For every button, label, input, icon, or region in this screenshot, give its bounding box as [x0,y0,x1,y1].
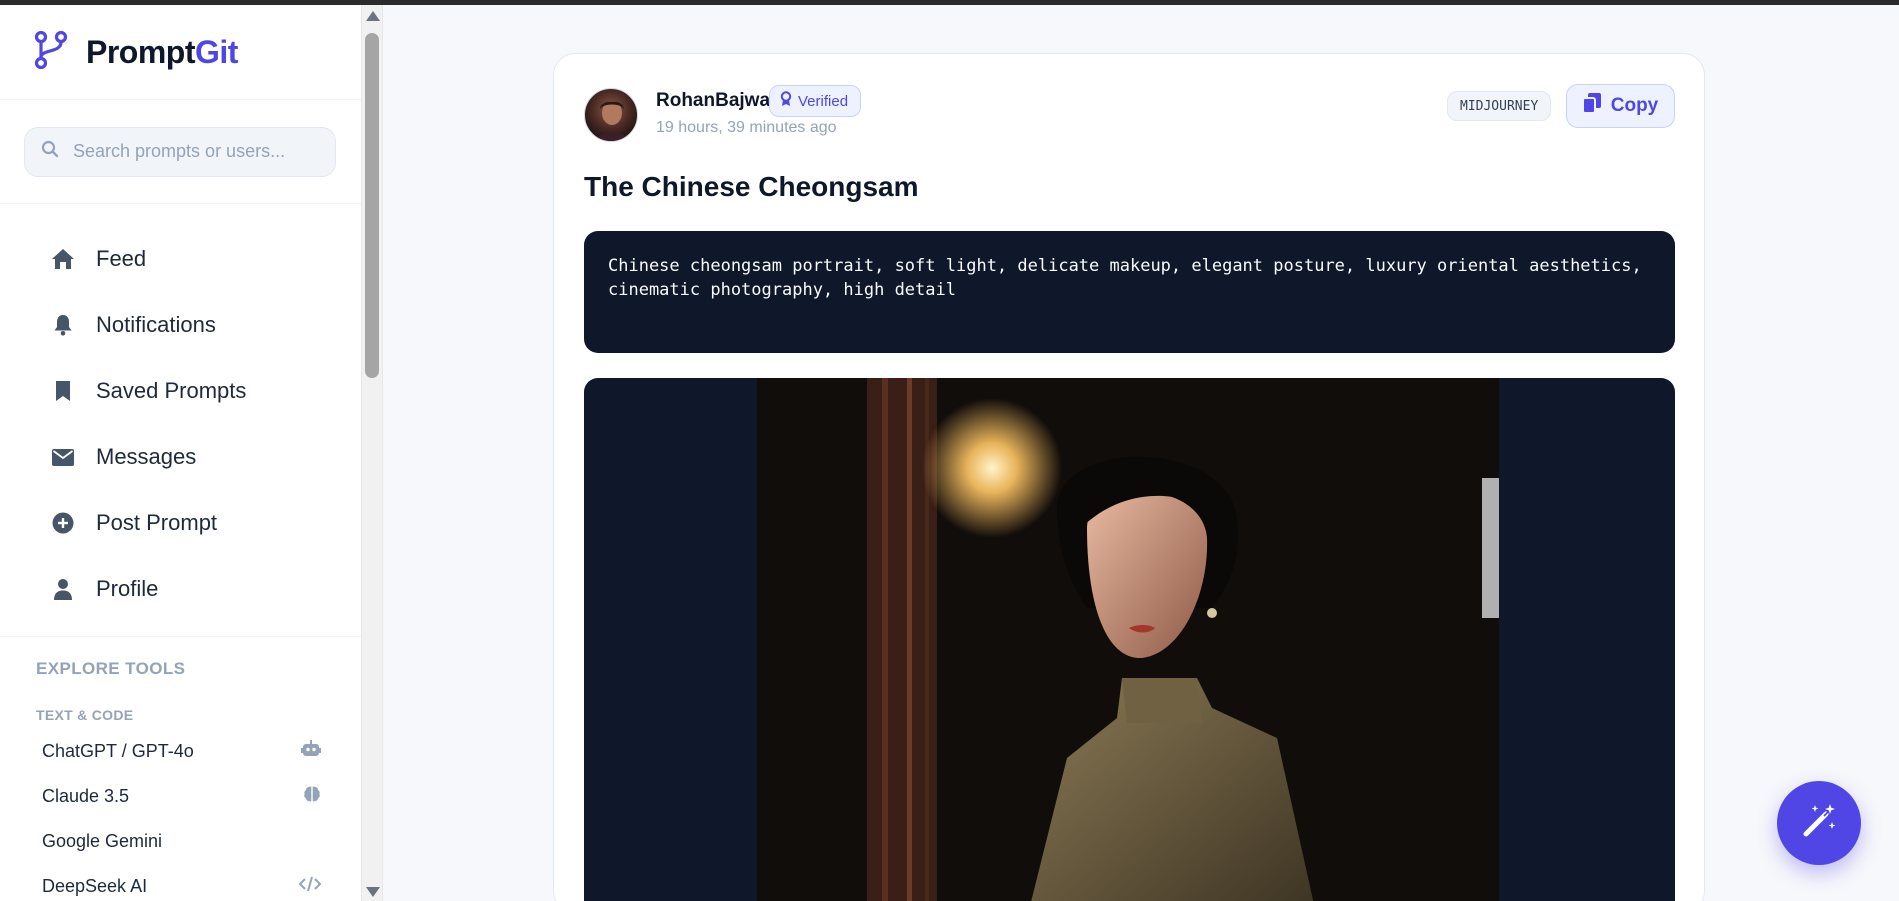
sidebar: PromptGit Feed Notifications Saved [0,5,361,901]
explore-heading: EXPLORE TOOLS [36,659,186,678]
magic-wand-fab-button[interactable] [1777,781,1861,865]
git-branch-icon [34,30,68,74]
verified-label: Verified [798,92,849,110]
brand-name-part1: Prompt [86,33,196,70]
verified-badge: Verified [769,85,862,117]
scroll-down-arrow-icon[interactable] [366,887,380,897]
tool-item-chatgpt[interactable]: ChatGPT / GPT-4o [36,729,361,774]
prompt-card: RohanBajwa Verified 19 hours, 39 minutes… [553,53,1705,901]
code-icon [298,876,322,897]
nav-item-profile[interactable]: Profile [0,556,361,622]
tool-label: DeepSeek AI [42,876,148,896]
tool-list: ChatGPT / GPT-4o Claude 3.5 Google Gemin… [36,729,361,901]
search-box[interactable] [24,126,336,177]
explore-tools-section: EXPLORE TOOLS TEXT & CODE ChatGPT / GPT-… [0,637,361,901]
copy-label: Copy [1610,95,1659,116]
post-timestamp: 19 hours, 39 minutes ago [656,119,837,136]
search-section [0,100,361,204]
nav-item-feed[interactable]: Feed [0,226,361,292]
scroll-up-arrow-icon[interactable] [366,11,380,21]
nav-item-post-prompt[interactable]: Post Prompt [0,490,361,556]
tool-label: Google Gemini [42,831,163,851]
tool-label: Claude 3.5 [42,786,130,806]
tool-item-deepseek[interactable]: DeepSeek AI [36,864,361,901]
brand-name: PromptGit [86,34,238,71]
search-input[interactable] [73,141,323,162]
bell-icon [50,312,76,338]
home-icon [50,246,76,272]
nav-item-saved-prompts[interactable]: Saved Prompts [0,358,361,424]
scrollbar-thumb[interactable] [365,33,379,378]
plus-circle-icon [50,510,76,536]
nav-item-label: Saved Prompts [96,378,247,403]
tool-item-claude[interactable]: Claude 3.5 [36,774,361,819]
avatar[interactable] [584,88,638,142]
post-title: The Chinese Cheongsam [584,171,919,202]
generated-image-frame[interactable] [584,378,1675,901]
main-nav: Feed Notifications Saved Prompts Message… [0,204,361,637]
nav-item-label: Messages [96,444,197,469]
brain-icon [303,785,321,808]
prompt-text-line: cinematic photography, high detail [608,280,956,300]
post-username[interactable]: RohanBajwa [656,90,770,112]
robot-icon [301,740,321,763]
brand-logo[interactable]: PromptGit [0,5,361,100]
nav-item-messages[interactable]: Messages [0,424,361,490]
tool-item-gemini[interactable]: Google Gemini [36,819,361,864]
generated-image [757,378,1499,901]
magic-wand-icon [1800,802,1838,845]
sidebar-scrollbar[interactable] [361,5,383,901]
explore-subheading: TEXT & CODE [36,707,134,723]
model-badge: MIDJOURNEY [1447,91,1552,121]
brand-name-part2: Git [195,33,238,70]
envelope-icon [50,444,76,470]
copy-button[interactable]: Copy [1566,84,1675,128]
user-icon [50,576,76,602]
nav-item-label: Notifications [96,312,216,337]
nav-item-label: Post Prompt [96,510,218,535]
copy-icon [1581,93,1601,119]
bookmark-icon [50,378,76,404]
prompt-text-block[interactable]: Chinese cheongsam portrait, soft light, … [584,231,1675,353]
award-icon [780,91,792,111]
prompt-text-line: Chinese cheongsam portrait, soft light, … [608,256,1642,276]
search-icon [41,140,59,163]
nav-item-label: Feed [96,246,147,271]
nav-item-notifications[interactable]: Notifications [0,292,361,358]
nav-item-label: Profile [96,576,159,601]
tool-label: ChatGPT / GPT-4o [42,741,194,761]
